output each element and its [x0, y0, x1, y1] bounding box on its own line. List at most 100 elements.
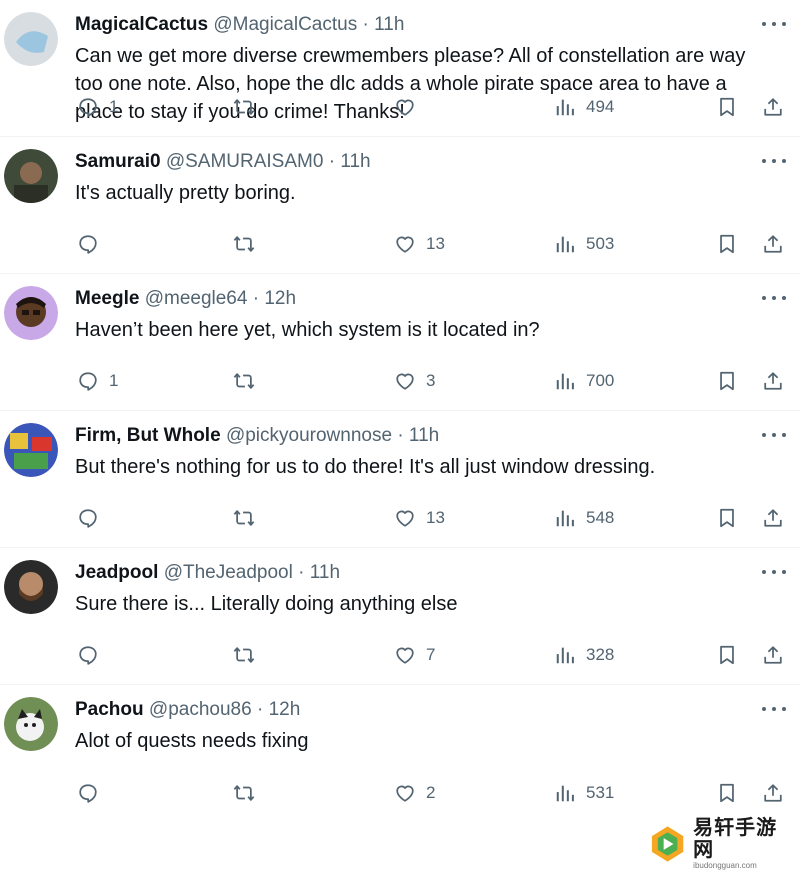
share-button[interactable]	[762, 94, 784, 120]
reply-button[interactable]	[77, 642, 109, 668]
retweet-button[interactable]	[233, 231, 265, 257]
tweet-reply[interactable]: Firm, But Whole @pickyourownnose · 11h Bu…	[0, 411, 800, 548]
retweet-button[interactable]	[233, 780, 265, 806]
retweet-icon	[233, 782, 255, 804]
reply-button[interactable]	[77, 780, 109, 806]
user-handle[interactable]: @pickyourownnose	[226, 425, 392, 446]
timestamp[interactable]: 12h	[269, 699, 301, 720]
timestamp[interactable]: 11h	[310, 562, 340, 583]
more-options-icon[interactable]	[762, 14, 786, 34]
retweet-button[interactable]	[233, 505, 265, 531]
heart-icon	[394, 96, 416, 118]
separator-dot: ·	[256, 699, 264, 720]
views-chart-icon	[554, 644, 576, 666]
retweet-button[interactable]	[233, 94, 265, 120]
more-options-icon[interactable]	[762, 151, 786, 171]
avatar[interactable]	[4, 423, 58, 477]
bookmark-button[interactable]	[716, 231, 738, 257]
reply-icon	[77, 782, 99, 804]
avatar[interactable]	[4, 286, 58, 340]
like-button[interactable]: 7	[394, 642, 435, 668]
bookmark-button[interactable]	[716, 368, 738, 394]
share-button[interactable]	[762, 505, 784, 531]
bookmark-button[interactable]	[716, 642, 738, 668]
view-count: 700	[586, 371, 615, 390]
tweet-header: Pachou @pachou86 · 12h	[75, 697, 740, 723]
tweet-reply[interactable]: Pachou @pachou86 · 12h Alot of quests nee…	[0, 685, 800, 822]
timestamp[interactable]: 11h	[374, 14, 404, 35]
share-icon	[762, 96, 784, 118]
view-count: 531	[586, 783, 615, 802]
reply-icon	[77, 644, 99, 666]
more-options-icon[interactable]	[762, 425, 786, 445]
views-button[interactable]: 700	[554, 368, 614, 394]
reply-button[interactable]	[77, 231, 109, 257]
tweet-reply[interactable]: Meegle @meegle64 · 12h Haven’t been here …	[0, 274, 800, 411]
tweet-reply[interactable]: Jeadpool @TheJeadpool · 11h Sure there is…	[0, 548, 800, 685]
view-count: 494	[586, 97, 615, 116]
tweet-header: Jeadpool @TheJeadpool · 11h	[75, 560, 740, 586]
reply-icon	[77, 96, 99, 118]
bookmark-button[interactable]	[716, 94, 738, 120]
reply-icon	[77, 370, 99, 392]
avatar[interactable]	[4, 560, 58, 614]
more-options-icon[interactable]	[762, 288, 786, 308]
more-options-icon[interactable]	[762, 699, 786, 719]
retweet-button[interactable]	[233, 368, 265, 394]
like-button[interactable]	[394, 94, 426, 120]
display-name[interactable]: Pachou	[75, 699, 144, 720]
share-button[interactable]	[762, 642, 784, 668]
user-handle[interactable]: @meegle64	[145, 288, 248, 309]
share-button[interactable]	[762, 780, 784, 806]
user-handle[interactable]: @pachou86	[149, 699, 252, 720]
like-button[interactable]: 13	[394, 231, 445, 257]
share-button[interactable]	[762, 368, 784, 394]
reply-button[interactable]: 1	[77, 368, 118, 394]
user-handle[interactable]: @MagicalCactus	[213, 14, 357, 35]
views-button[interactable]: 548	[554, 505, 614, 531]
avatar[interactable]	[4, 12, 58, 66]
action-bar: 1 494	[0, 94, 800, 120]
views-button[interactable]: 328	[554, 642, 614, 668]
timestamp[interactable]: 11h	[340, 151, 370, 172]
share-icon	[762, 233, 784, 255]
reply-button[interactable]: 1	[77, 94, 118, 120]
like-count: 2	[426, 783, 436, 802]
retweet-button[interactable]	[233, 642, 265, 668]
heart-icon	[394, 644, 416, 666]
timestamp[interactable]: 11h	[409, 425, 439, 446]
reply-feed: MagicalCactus @MagicalCactus · 11h Can we…	[0, 0, 800, 822]
views-button[interactable]: 494	[554, 94, 614, 120]
bookmark-button[interactable]	[716, 780, 738, 806]
tweet-reply[interactable]: MagicalCactus @MagicalCactus · 11h Can we…	[0, 0, 800, 137]
display-name[interactable]: Jeadpool	[75, 562, 158, 583]
more-options-icon[interactable]	[762, 562, 786, 582]
like-button[interactable]: 3	[394, 368, 435, 394]
like-button[interactable]: 2	[394, 780, 435, 806]
bookmark-button[interactable]	[716, 505, 738, 531]
view-count: 328	[586, 645, 615, 664]
display-name[interactable]: Firm, But Whole	[75, 425, 221, 446]
display-name[interactable]: Samurai0	[75, 151, 161, 172]
avatar[interactable]	[4, 149, 58, 203]
user-handle[interactable]: @SAMURAISAM0	[166, 151, 324, 172]
like-count: 3	[426, 371, 436, 390]
views-button[interactable]: 503	[554, 231, 614, 257]
tweet-header: MagicalCactus @MagicalCactus · 11h	[75, 12, 740, 38]
share-button[interactable]	[762, 231, 784, 257]
views-button[interactable]: 531	[554, 780, 614, 806]
user-handle[interactable]: @TheJeadpool	[164, 562, 293, 583]
heart-icon	[394, 782, 416, 804]
action-bar: 13 503	[0, 231, 800, 257]
tweet-text: Alot of quests needs fixing	[75, 730, 309, 752]
like-button[interactable]: 13	[394, 505, 445, 531]
avatar[interactable]	[4, 697, 58, 751]
reply-count: 1	[109, 97, 119, 116]
reply-button[interactable]	[77, 505, 109, 531]
tweet-reply[interactable]: Samurai0 @SAMURAISAM0 · 11h It's actually…	[0, 137, 800, 274]
timestamp[interactable]: 12h	[264, 288, 296, 309]
share-icon	[762, 782, 784, 804]
share-icon	[762, 370, 784, 392]
display-name[interactable]: Meegle	[75, 288, 139, 309]
display-name[interactable]: MagicalCactus	[75, 14, 208, 35]
